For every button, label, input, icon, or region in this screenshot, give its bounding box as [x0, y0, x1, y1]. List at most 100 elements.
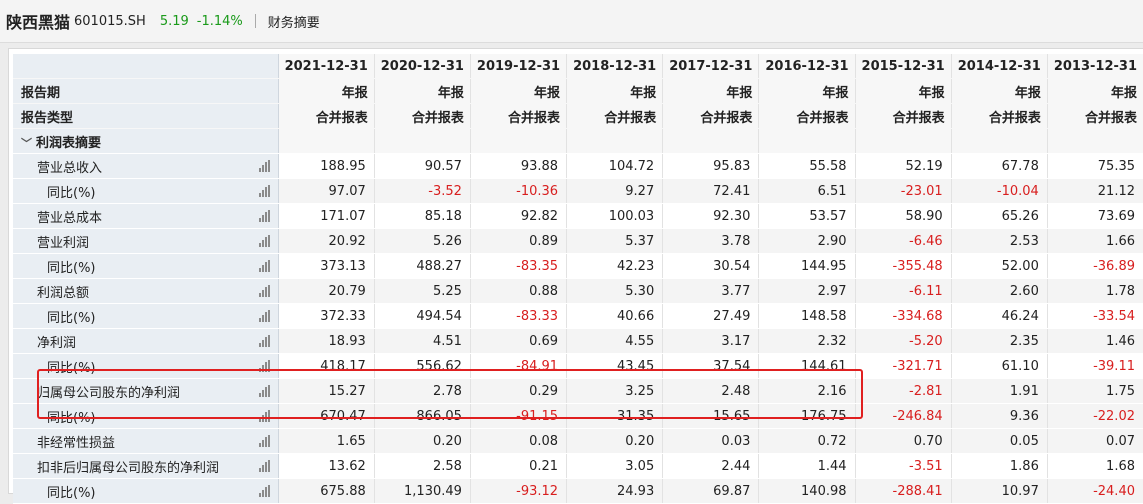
section-label-cell[interactable]: ﹀ 利润表摘要 — [13, 128, 279, 154]
row-label-cell: 营业利润 — [13, 228, 279, 254]
chevron-down-icon[interactable]: ﹀ — [21, 135, 32, 151]
bar-chart-icon[interactable] — [258, 334, 270, 347]
value-cell: 100.03 — [566, 203, 664, 229]
period-row: 报告期 年报 年报 年报 年报 年报 年报 年报 年报 年报 — [13, 78, 1143, 104]
value-cell: 1.86 — [951, 453, 1048, 479]
row-label: 营业利润 — [37, 235, 90, 251]
value-cell: 5.26 — [374, 228, 471, 254]
value-cell: 104.72 — [566, 153, 664, 179]
report-type-cell: 合并报表 — [758, 103, 856, 129]
stock-name: 陕西黑猫 — [6, 13, 71, 32]
table-row: 净利润 18.93 4.51 0.69 4.55 3.17 2.32 -5.20 2.35 1.4… — [13, 328, 1143, 354]
date-cell[interactable]: 2020-12-31 — [374, 54, 471, 79]
bar-chart-icon[interactable] — [258, 459, 270, 472]
value-cell: 73.69 — [1047, 203, 1143, 229]
bar-chart-icon[interactable] — [258, 484, 270, 497]
value-cell: 13.62 — [278, 453, 375, 479]
table-row: 营业总成本 171.07 85.18 92.82 100.03 92.30 53.57 58.… — [13, 203, 1143, 229]
section-label: 利润表摘要 — [36, 135, 102, 151]
value-cell: 0.21 — [470, 453, 568, 479]
value-cell: 866.05 — [374, 403, 471, 429]
value-cell: 1.66 — [1047, 228, 1143, 254]
blank-cell — [662, 128, 760, 154]
table-row: 同比(%) 97.07 -3.52 -10.36 9.27 72.41 6.51 -23.01… — [13, 178, 1143, 204]
value-cell: 10.97 — [951, 478, 1048, 504]
table-row: 同比(%) 418.17 556.62 -84.91 43.45 37.54 144.61-… — [13, 353, 1143, 379]
report-type-cell: 合并报表 — [278, 103, 375, 129]
value-cell: 176.75 — [758, 403, 856, 429]
bar-chart-icon[interactable] — [258, 234, 270, 247]
stock-price: 5.19 — [159, 13, 189, 29]
bar-chart-icon[interactable] — [258, 409, 270, 422]
value-cell: 140.98 — [758, 478, 856, 504]
value-cell: 2.44 — [662, 453, 760, 479]
value-cell: 670.47 — [278, 403, 375, 429]
date-cell[interactable]: 2019-12-31 — [470, 54, 568, 79]
value-cell: -83.33 — [470, 303, 568, 329]
bar-chart-icon[interactable] — [258, 159, 270, 172]
value-cell: -10.04 — [951, 178, 1048, 204]
value-cell: 2.58 — [374, 453, 471, 479]
value-cell: 2.16 — [758, 378, 856, 404]
bar-chart-icon[interactable] — [258, 184, 270, 197]
bar-chart-icon[interactable] — [258, 284, 270, 297]
value-cell: -3.52 — [374, 178, 471, 204]
section-income-summary[interactable]: ﹀ 利润表摘要 — [13, 128, 1143, 154]
table-row: 同比(%) 675.88 1,130.49 -93.12 24.93 69.87 140.9… — [13, 478, 1143, 504]
stock-change: -1.14% — [196, 13, 243, 29]
value-cell: -36.89 — [1047, 253, 1143, 279]
date-cell[interactable]: 2015-12-31 — [855, 54, 952, 79]
value-cell: 171.07 — [278, 203, 375, 229]
value-cell: 494.54 — [374, 303, 471, 329]
value-cell: 3.78 — [662, 228, 760, 254]
value-cell: -6.46 — [855, 228, 952, 254]
value-cell: 0.70 — [855, 428, 952, 454]
row-label-cell: 同比(%) — [13, 478, 279, 504]
date-cell[interactable]: 2016-12-31 — [758, 54, 856, 79]
date-cell[interactable]: 2013-12-31 — [1047, 54, 1143, 79]
value-cell: 188.95 — [278, 153, 375, 179]
blank-cell — [278, 128, 375, 154]
value-cell: 1.65 — [278, 428, 375, 454]
value-cell: 37.54 — [662, 353, 760, 379]
tab-financial-summary[interactable]: 财务摘要 — [268, 12, 320, 31]
row-label-cell: 净利润 — [13, 328, 279, 354]
bar-chart-icon[interactable] — [258, 259, 270, 272]
value-cell: -3.51 — [855, 453, 952, 479]
value-cell: -33.54 — [1047, 303, 1143, 329]
value-cell: 20.92 — [278, 228, 375, 254]
value-cell: 43.45 — [566, 353, 664, 379]
value-cell: 488.27 — [374, 253, 471, 279]
value-cell: -2.81 — [855, 378, 952, 404]
value-cell: 1.68 — [1047, 453, 1143, 479]
blank-cell — [1047, 128, 1143, 154]
value-cell: -83.35 — [470, 253, 568, 279]
bar-chart-icon[interactable] — [258, 384, 270, 397]
bar-chart-icon[interactable] — [258, 309, 270, 322]
value-cell: 2.90 — [758, 228, 856, 254]
bar-chart-icon[interactable] — [258, 359, 270, 372]
value-cell: 0.20 — [374, 428, 471, 454]
period-cell: 年报 — [1047, 78, 1143, 104]
bar-chart-icon[interactable] — [258, 434, 270, 447]
date-cell[interactable]: 2021-12-31 — [278, 54, 375, 79]
value-cell: 1.91 — [951, 378, 1048, 404]
value-cell: 18.93 — [278, 328, 375, 354]
value-cell: -6.11 — [855, 278, 952, 304]
row-label: 利润总额 — [37, 285, 90, 301]
value-cell: 3.25 — [566, 378, 664, 404]
date-cell[interactable]: 2017-12-31 — [662, 54, 760, 79]
value-cell: -84.91 — [470, 353, 568, 379]
value-cell: 0.05 — [951, 428, 1048, 454]
date-cell[interactable]: 2014-12-31 — [951, 54, 1048, 79]
row-label-cell: 归属母公司股东的净利润 — [13, 378, 279, 404]
period-cell: 年报 — [951, 78, 1048, 104]
value-cell: 65.26 — [951, 203, 1048, 229]
date-cell[interactable]: 2018-12-31 — [566, 54, 664, 79]
value-cell: 85.18 — [374, 203, 471, 229]
period-cell: 年报 — [278, 78, 375, 104]
bar-chart-icon[interactable] — [258, 209, 270, 222]
row-label: 同比(%) — [47, 410, 96, 426]
header-divider — [254, 14, 256, 28]
value-cell: 15.65 — [662, 403, 760, 429]
